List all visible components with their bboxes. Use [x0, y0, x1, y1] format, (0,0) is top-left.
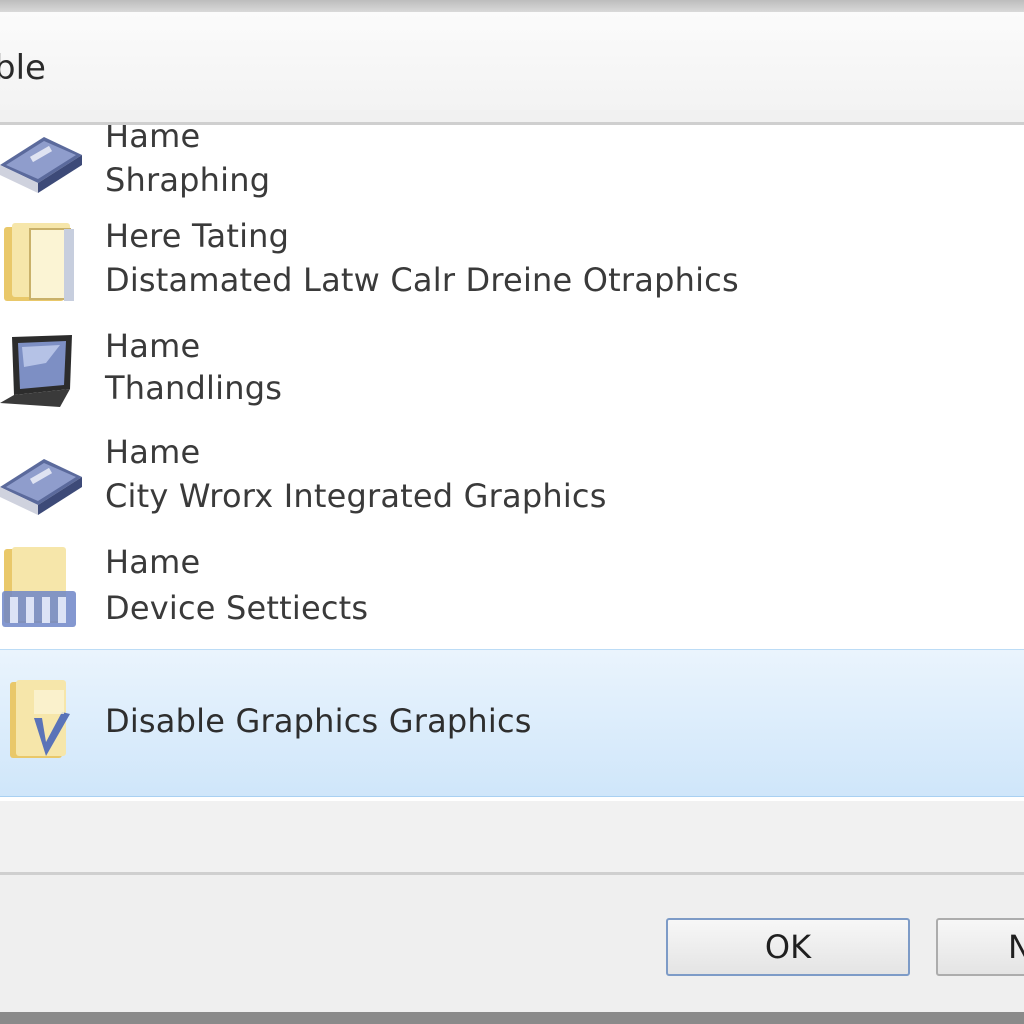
- list-item-subtitle: City Wrorx Integrated Graphics: [105, 477, 607, 515]
- folder-icon: [0, 219, 86, 305]
- list-item-subtitle: Thandlings: [105, 369, 283, 407]
- window-top-border: [0, 0, 1024, 12]
- next-button[interactable]: N: [936, 918, 1024, 976]
- folder-check-icon: [0, 678, 86, 764]
- device-list[interactable]: Hame Shraphing Here Tating Distamated La…: [0, 122, 1024, 801]
- list-item-title: Hame: [105, 433, 201, 471]
- laptop-icon: [0, 333, 86, 419]
- list-item-subtitle: Shraphing: [105, 161, 271, 199]
- list-item-subtitle: Device Settiects: [105, 589, 369, 627]
- list-item[interactable]: Hame Thandlings: [0, 321, 1024, 433]
- list-item-title: Hame: [105, 327, 201, 365]
- list-item-title: Hame: [105, 122, 201, 155]
- list-item-title: Disable Graphics Graphics: [105, 702, 532, 740]
- folder-device-icon: [0, 545, 86, 631]
- window-bottom-border: [0, 1012, 1024, 1024]
- list-item[interactable]: Hame Shraphing: [0, 125, 1024, 213]
- list-item-subtitle: Distamated Latw Calr Dreine Otraphics: [105, 261, 739, 299]
- dialog-window: ble Hame Shraphing Here Tating Distamate…: [0, 0, 1024, 1024]
- list-item[interactable]: Here Tating Distamated Latw Calr Dreine …: [0, 213, 1024, 321]
- ok-button[interactable]: OK: [666, 918, 910, 976]
- title-bar: ble: [0, 12, 1024, 110]
- list-item[interactable]: Hame City Wrorx Integrated Graphics: [0, 433, 1024, 545]
- book-icon: [0, 125, 86, 211]
- list-item-title: Hame: [105, 543, 201, 581]
- list-item-title: Here Tating: [105, 217, 290, 255]
- list-item-selected[interactable]: Disable Graphics Graphics: [0, 649, 1024, 797]
- list-item[interactable]: Hame Device Settiects: [0, 543, 1024, 645]
- book-icon: [0, 447, 86, 533]
- window-title: ble: [0, 48, 46, 88]
